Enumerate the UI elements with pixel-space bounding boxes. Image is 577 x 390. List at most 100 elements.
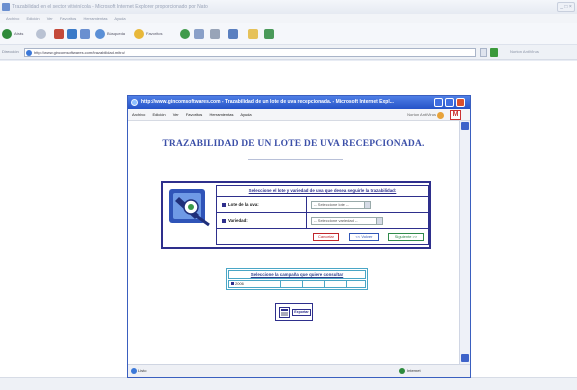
title-divider <box>248 159 343 160</box>
campaign-row: 2006 <box>228 280 366 288</box>
scroll-up-arrow-icon[interactable] <box>461 122 469 130</box>
vertical-scrollbar[interactable] <box>459 121 470 364</box>
selection-panel: Seleccione el lote y variedad de uva que… <box>161 181 431 249</box>
lote-label: Lote de la uva: <box>219 197 307 212</box>
back-button[interactable]: Atrás <box>2 27 23 40</box>
folder-icon <box>248 28 258 39</box>
back-arrow-icon <box>2 28 12 39</box>
stop-icon <box>54 28 64 39</box>
norton-antivirus-label[interactable]: Norton AntiVirus <box>407 109 436 121</box>
inner-status-bar: Listo Internet <box>128 364 470 377</box>
address-dropdown-button[interactable] <box>480 48 487 57</box>
button-row: Cancelar << Volver Siguiente >> <box>216 229 429 245</box>
inner-window-title: http://www.gincomsoftwares.com - Trazabi… <box>141 99 394 105</box>
outer-window-title: Trazabilidad en el sector vitivinícola -… <box>12 4 208 10</box>
menu-favoritos[interactable]: Favoritos <box>186 112 202 117</box>
inner-title-bar: http://www.gincomsoftwares.com - Trazabi… <box>128 96 470 109</box>
stop-button[interactable] <box>54 27 64 40</box>
menu-archivo[interactable]: Archivo <box>6 16 19 21</box>
ie-icon <box>131 99 138 106</box>
menu-archivo[interactable]: Archivo <box>132 112 145 117</box>
close-button[interactable] <box>456 98 465 107</box>
edit-button[interactable] <box>228 27 238 40</box>
mail-button[interactable] <box>194 27 204 40</box>
selection-header: Seleccione el lote y variedad de uva que… <box>216 185 429 197</box>
bullet-icon <box>231 282 234 285</box>
inner-browser-window: http://www.gincomsoftwares.com - Trazabi… <box>127 95 471 378</box>
edit-icon <box>228 28 238 39</box>
variedad-row: Variedad: -- Seleccione variedad -- <box>216 213 429 229</box>
home-button[interactable] <box>80 27 90 40</box>
next-step-button[interactable]: Siguiente >> <box>388 233 424 241</box>
outer-toolbar: Atrás Búsqueda Favoritos <box>0 23 577 45</box>
document-icon <box>279 307 290 318</box>
outer-menu-bar: Archivo Edición Ver Favoritos Herramient… <box>0 14 577 23</box>
zone-text: Internet <box>407 368 421 373</box>
forward-button[interactable] <box>36 27 46 40</box>
menu-favoritos[interactable]: Favoritos <box>60 16 76 21</box>
page-icon <box>26 50 32 56</box>
menu-herramientas[interactable]: Herramientas <box>83 16 107 21</box>
export-action[interactable]: Exportar <box>275 303 313 321</box>
chevron-down-icon <box>376 218 382 224</box>
print-button[interactable] <box>210 27 220 40</box>
go-button[interactable] <box>490 48 498 57</box>
lote-select[interactable]: -- Seleccione lote -- <box>311 201 371 209</box>
home-icon <box>80 28 90 39</box>
menu-ver[interactable]: Ver <box>47 16 53 21</box>
history-icon <box>180 28 190 39</box>
address-input[interactable]: http://www.gincomsoftwares.com/trazabili… <box>24 48 476 57</box>
menu-edicion[interactable]: Edición <box>152 112 165 117</box>
done-icon <box>131 368 137 374</box>
bullet-icon <box>222 202 226 207</box>
export-label: Exportar <box>292 309 311 316</box>
campaign-cell[interactable] <box>325 281 347 287</box>
forward-arrow-icon <box>36 28 46 39</box>
outer-title-bar: Trazabilidad en el sector vitivinícola -… <box>0 0 577 14</box>
search-button[interactable]: Búsqueda <box>95 27 125 40</box>
search-icon <box>95 28 105 39</box>
app-logo <box>165 185 216 230</box>
campaign-cell[interactable] <box>281 281 303 287</box>
campaign-cell[interactable] <box>347 281 365 287</box>
address-bar: Dirección http://www.gincomsoftwares.com… <box>0 45 577 60</box>
messenger-button[interactable] <box>264 27 274 40</box>
campaign-year-cell[interactable]: 2006 <box>229 281 281 287</box>
print-icon <box>210 28 220 39</box>
address-label: Dirección <box>2 49 19 54</box>
globe-icon <box>399 368 405 374</box>
variedad-label: Variedad: <box>219 213 307 228</box>
campaign-cell[interactable] <box>303 281 325 287</box>
bullet-icon <box>222 218 226 223</box>
inner-menu-bar: Archivo Edición Ver Favoritos Herramient… <box>128 109 470 121</box>
menu-herramientas[interactable]: Herramientas <box>209 112 233 117</box>
menu-edicion[interactable]: Edición <box>26 16 39 21</box>
messenger-icon <box>264 28 274 39</box>
history-button[interactable] <box>180 27 190 40</box>
variedad-select[interactable]: -- Seleccione variedad -- <box>311 217 383 225</box>
refresh-icon <box>67 28 77 39</box>
outer-window-controls[interactable]: _ □ × <box>557 2 575 12</box>
star-icon <box>134 28 144 39</box>
campaign-panel: Seleccione la campaña que quiere consult… <box>226 268 368 290</box>
outer-status-bar <box>0 377 577 390</box>
cancel-button[interactable]: Cancelar <box>313 233 339 241</box>
page-title: TRAZABILIDAD DE UN LOTE DE UVA RECEPCION… <box>162 139 425 149</box>
mail-icon <box>194 28 204 39</box>
lote-row: Lote de la uva: -- Seleccione lote -- <box>216 197 429 213</box>
status-text: Listo <box>138 368 147 373</box>
norton-links[interactable]: Norton AntiVirus <box>510 49 539 54</box>
scroll-down-arrow-icon[interactable] <box>461 354 469 362</box>
back-step-button[interactable]: << Volver <box>349 233 379 241</box>
maximize-button[interactable] <box>445 98 454 107</box>
menu-ayuda[interactable]: Ayuda <box>114 16 125 21</box>
refresh-button[interactable] <box>67 27 77 40</box>
chevron-down-icon <box>364 202 370 208</box>
minimize-button[interactable] <box>434 98 443 107</box>
address-url: http://www.gincomsoftwares.com/trazabili… <box>34 50 125 55</box>
windows-logo-icon <box>437 112 444 119</box>
menu-ver[interactable]: Ver <box>173 112 179 117</box>
menu-ayuda[interactable]: Ayuda <box>240 112 251 117</box>
favorites-button[interactable]: Favoritos <box>134 27 162 40</box>
folder-button[interactable] <box>248 27 258 40</box>
